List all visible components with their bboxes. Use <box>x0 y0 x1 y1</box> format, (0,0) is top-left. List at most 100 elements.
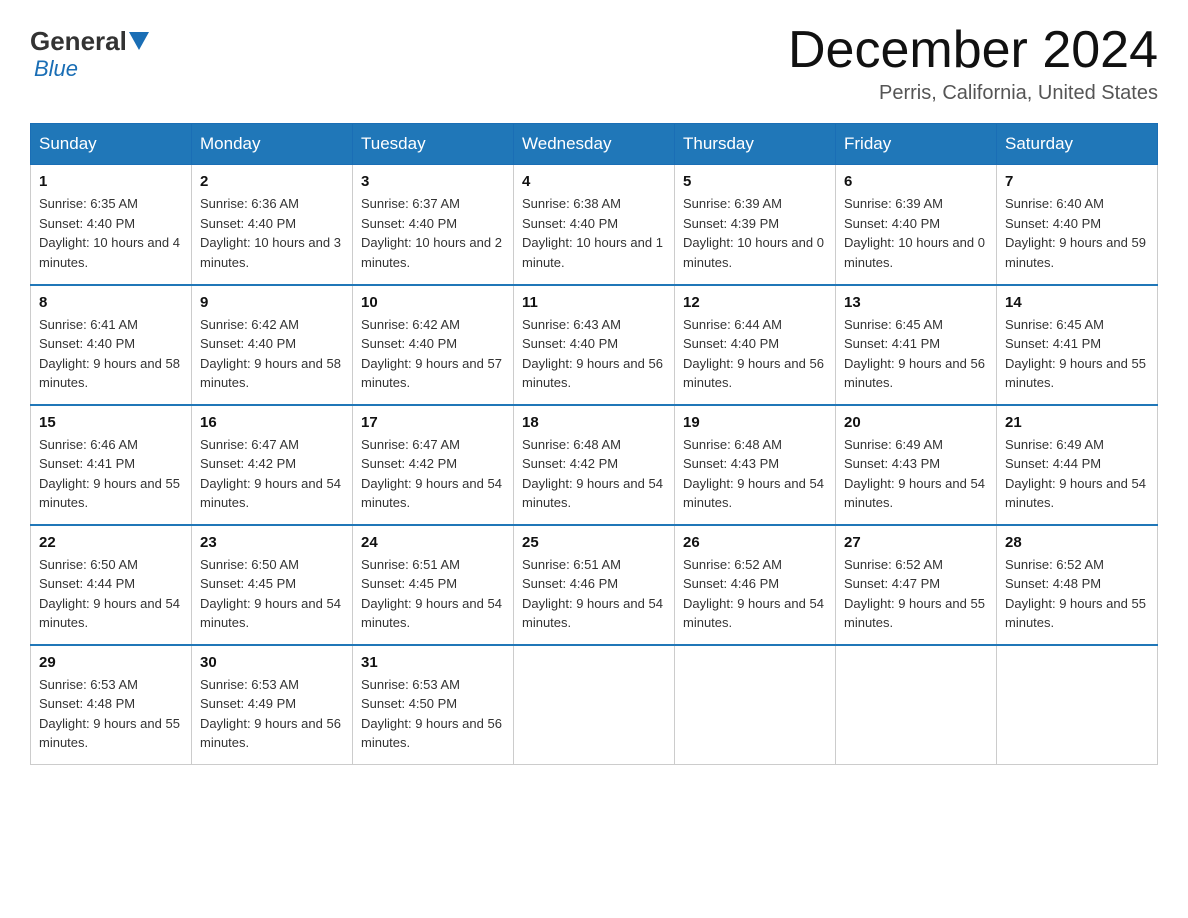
logo-triangle-icon <box>129 32 149 50</box>
day-number: 9 <box>200 294 344 311</box>
calendar-cell <box>514 645 675 765</box>
day-number: 2 <box>200 173 344 190</box>
calendar-cell: 25 Sunrise: 6:51 AM Sunset: 4:46 PM Dayl… <box>514 525 675 645</box>
day-info: Sunrise: 6:46 AM Sunset: 4:41 PM Dayligh… <box>39 435 183 513</box>
day-info: Sunrise: 6:41 AM Sunset: 4:40 PM Dayligh… <box>39 315 183 393</box>
day-info: Sunrise: 6:51 AM Sunset: 4:46 PM Dayligh… <box>522 555 666 633</box>
calendar-cell: 5 Sunrise: 6:39 AM Sunset: 4:39 PM Dayli… <box>675 165 836 285</box>
header-friday: Friday <box>836 124 997 165</box>
header-monday: Monday <box>192 124 353 165</box>
day-number: 3 <box>361 173 505 190</box>
day-number: 20 <box>844 414 988 431</box>
calendar-cell: 9 Sunrise: 6:42 AM Sunset: 4:40 PM Dayli… <box>192 285 353 405</box>
day-info: Sunrise: 6:35 AM Sunset: 4:40 PM Dayligh… <box>39 194 183 272</box>
calendar-cell: 6 Sunrise: 6:39 AM Sunset: 4:40 PM Dayli… <box>836 165 997 285</box>
day-info: Sunrise: 6:39 AM Sunset: 4:39 PM Dayligh… <box>683 194 827 272</box>
month-year-title: December 2024 <box>788 20 1158 80</box>
week-row-1: 1 Sunrise: 6:35 AM Sunset: 4:40 PM Dayli… <box>31 165 1158 285</box>
day-info: Sunrise: 6:53 AM Sunset: 4:50 PM Dayligh… <box>361 675 505 753</box>
header-saturday: Saturday <box>997 124 1158 165</box>
calendar-cell: 18 Sunrise: 6:48 AM Sunset: 4:42 PM Dayl… <box>514 405 675 525</box>
header-thursday: Thursday <box>675 124 836 165</box>
logo-blue-text: Blue <box>34 56 78 82</box>
day-number: 15 <box>39 414 183 431</box>
day-info: Sunrise: 6:48 AM Sunset: 4:43 PM Dayligh… <box>683 435 827 513</box>
week-row-3: 15 Sunrise: 6:46 AM Sunset: 4:41 PM Dayl… <box>31 405 1158 525</box>
day-number: 26 <box>683 534 827 551</box>
day-info: Sunrise: 6:53 AM Sunset: 4:49 PM Dayligh… <box>200 675 344 753</box>
day-number: 22 <box>39 534 183 551</box>
calendar-cell: 15 Sunrise: 6:46 AM Sunset: 4:41 PM Dayl… <box>31 405 192 525</box>
week-row-4: 22 Sunrise: 6:50 AM Sunset: 4:44 PM Dayl… <box>31 525 1158 645</box>
logo-general-text: General <box>30 28 127 54</box>
calendar-cell: 7 Sunrise: 6:40 AM Sunset: 4:40 PM Dayli… <box>997 165 1158 285</box>
calendar-cell: 1 Sunrise: 6:35 AM Sunset: 4:40 PM Dayli… <box>31 165 192 285</box>
day-info: Sunrise: 6:50 AM Sunset: 4:45 PM Dayligh… <box>200 555 344 633</box>
calendar-cell: 19 Sunrise: 6:48 AM Sunset: 4:43 PM Dayl… <box>675 405 836 525</box>
calendar-cell: 31 Sunrise: 6:53 AM Sunset: 4:50 PM Dayl… <box>353 645 514 765</box>
day-info: Sunrise: 6:47 AM Sunset: 4:42 PM Dayligh… <box>200 435 344 513</box>
day-number: 10 <box>361 294 505 311</box>
calendar-cell: 17 Sunrise: 6:47 AM Sunset: 4:42 PM Dayl… <box>353 405 514 525</box>
day-number: 19 <box>683 414 827 431</box>
day-info: Sunrise: 6:50 AM Sunset: 4:44 PM Dayligh… <box>39 555 183 633</box>
day-info: Sunrise: 6:49 AM Sunset: 4:44 PM Dayligh… <box>1005 435 1149 513</box>
header-wednesday: Wednesday <box>514 124 675 165</box>
day-number: 13 <box>844 294 988 311</box>
day-info: Sunrise: 6:51 AM Sunset: 4:45 PM Dayligh… <box>361 555 505 633</box>
day-number: 25 <box>522 534 666 551</box>
header: General Blue December 2024 Perris, Calif… <box>30 20 1158 105</box>
calendar-cell: 29 Sunrise: 6:53 AM Sunset: 4:48 PM Dayl… <box>31 645 192 765</box>
calendar-cell: 20 Sunrise: 6:49 AM Sunset: 4:43 PM Dayl… <box>836 405 997 525</box>
calendar-cell: 22 Sunrise: 6:50 AM Sunset: 4:44 PM Dayl… <box>31 525 192 645</box>
day-number: 1 <box>39 173 183 190</box>
day-info: Sunrise: 6:42 AM Sunset: 4:40 PM Dayligh… <box>361 315 505 393</box>
day-number: 28 <box>1005 534 1149 551</box>
calendar-cell: 11 Sunrise: 6:43 AM Sunset: 4:40 PM Dayl… <box>514 285 675 405</box>
day-number: 17 <box>361 414 505 431</box>
calendar-cell: 4 Sunrise: 6:38 AM Sunset: 4:40 PM Dayli… <box>514 165 675 285</box>
calendar-cell: 13 Sunrise: 6:45 AM Sunset: 4:41 PM Dayl… <box>836 285 997 405</box>
calendar-cell: 26 Sunrise: 6:52 AM Sunset: 4:46 PM Dayl… <box>675 525 836 645</box>
week-row-2: 8 Sunrise: 6:41 AM Sunset: 4:40 PM Dayli… <box>31 285 1158 405</box>
logo: General Blue <box>30 20 151 82</box>
calendar-cell: 28 Sunrise: 6:52 AM Sunset: 4:48 PM Dayl… <box>997 525 1158 645</box>
day-number: 31 <box>361 654 505 671</box>
day-number: 12 <box>683 294 827 311</box>
day-number: 16 <box>200 414 344 431</box>
calendar-cell: 3 Sunrise: 6:37 AM Sunset: 4:40 PM Dayli… <box>353 165 514 285</box>
header-sunday: Sunday <box>31 124 192 165</box>
calendar-cell <box>836 645 997 765</box>
calendar-cell: 8 Sunrise: 6:41 AM Sunset: 4:40 PM Dayli… <box>31 285 192 405</box>
day-info: Sunrise: 6:38 AM Sunset: 4:40 PM Dayligh… <box>522 194 666 272</box>
day-info: Sunrise: 6:49 AM Sunset: 4:43 PM Dayligh… <box>844 435 988 513</box>
day-info: Sunrise: 6:52 AM Sunset: 4:47 PM Dayligh… <box>844 555 988 633</box>
calendar-cell: 16 Sunrise: 6:47 AM Sunset: 4:42 PM Dayl… <box>192 405 353 525</box>
location-subtitle: Perris, California, United States <box>788 82 1158 105</box>
day-info: Sunrise: 6:39 AM Sunset: 4:40 PM Dayligh… <box>844 194 988 272</box>
day-info: Sunrise: 6:45 AM Sunset: 4:41 PM Dayligh… <box>1005 315 1149 393</box>
calendar-cell <box>675 645 836 765</box>
calendar-cell: 24 Sunrise: 6:51 AM Sunset: 4:45 PM Dayl… <box>353 525 514 645</box>
calendar-cell: 30 Sunrise: 6:53 AM Sunset: 4:49 PM Dayl… <box>192 645 353 765</box>
calendar-cell: 27 Sunrise: 6:52 AM Sunset: 4:47 PM Dayl… <box>836 525 997 645</box>
day-number: 24 <box>361 534 505 551</box>
calendar-cell: 23 Sunrise: 6:50 AM Sunset: 4:45 PM Dayl… <box>192 525 353 645</box>
day-number: 14 <box>1005 294 1149 311</box>
week-row-5: 29 Sunrise: 6:53 AM Sunset: 4:48 PM Dayl… <box>31 645 1158 765</box>
day-number: 30 <box>200 654 344 671</box>
day-number: 11 <box>522 294 666 311</box>
day-number: 5 <box>683 173 827 190</box>
day-info: Sunrise: 6:53 AM Sunset: 4:48 PM Dayligh… <box>39 675 183 753</box>
calendar-cell <box>997 645 1158 765</box>
day-info: Sunrise: 6:43 AM Sunset: 4:40 PM Dayligh… <box>522 315 666 393</box>
day-info: Sunrise: 6:52 AM Sunset: 4:46 PM Dayligh… <box>683 555 827 633</box>
day-number: 6 <box>844 173 988 190</box>
day-number: 4 <box>522 173 666 190</box>
day-number: 29 <box>39 654 183 671</box>
day-number: 7 <box>1005 173 1149 190</box>
calendar-cell: 10 Sunrise: 6:42 AM Sunset: 4:40 PM Dayl… <box>353 285 514 405</box>
calendar-cell: 21 Sunrise: 6:49 AM Sunset: 4:44 PM Dayl… <box>997 405 1158 525</box>
weekday-header-row: Sunday Monday Tuesday Wednesday Thursday… <box>31 124 1158 165</box>
day-info: Sunrise: 6:45 AM Sunset: 4:41 PM Dayligh… <box>844 315 988 393</box>
